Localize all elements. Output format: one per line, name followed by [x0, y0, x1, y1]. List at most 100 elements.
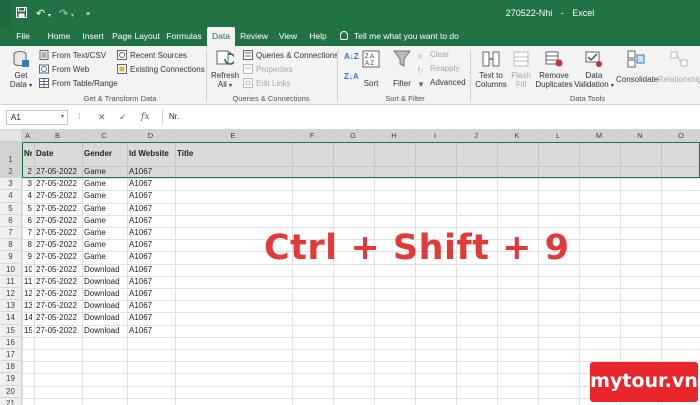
cell-nr[interactable]: 14	[24, 312, 32, 324]
cell-id-website[interactable]: A1067	[129, 203, 173, 215]
row-header-8[interactable]: 8	[0, 239, 22, 252]
cell-id-website[interactable]: A1067	[129, 276, 173, 288]
column-header-n[interactable]: N	[620, 130, 661, 142]
cell-id-website[interactable]: A1067	[129, 239, 173, 251]
cell-nr[interactable]: 13	[24, 300, 32, 312]
filter-button[interactable]: Filter	[389, 50, 415, 88]
name-box[interactable]: A1 ▾	[6, 110, 68, 125]
from-web-button[interactable]: From Web	[39, 64, 89, 75]
cell-id-website[interactable]: A1067	[129, 300, 173, 312]
column-header-a[interactable]: A	[22, 130, 34, 142]
sort-a-z-button[interactable]: A↓Z	[344, 52, 359, 62]
select-all-corner[interactable]	[0, 130, 22, 142]
cell-nr[interactable]: 7	[24, 227, 32, 239]
text-to-columns-button[interactable]: Text to Columns	[474, 50, 508, 89]
cell-gender[interactable]: Download	[84, 288, 125, 300]
recent-sources-button[interactable]: Recent Sources	[117, 50, 187, 61]
cell-id-website[interactable]: A1067	[129, 264, 173, 276]
remove-duplicates-button[interactable]: Remove Duplicates	[534, 50, 574, 89]
cell-nr[interactable]: 15	[24, 325, 32, 337]
cell-gender[interactable]: Download	[84, 264, 125, 276]
column-header-k[interactable]: K	[497, 130, 538, 142]
cell-date[interactable]: 27-05-2022	[36, 276, 80, 288]
advanced-button[interactable]: ▼ Advanced	[417, 78, 466, 90]
row-header-11[interactable]: 11	[0, 275, 22, 288]
cell-date[interactable]: 27-05-2022	[36, 190, 80, 202]
formula-input[interactable]: Nr.	[162, 110, 698, 125]
row-header-13[interactable]: 13	[0, 300, 22, 313]
cell-gender[interactable]: Game	[84, 251, 125, 263]
row-header-4[interactable]: 4	[0, 190, 22, 203]
cell-nr[interactable]: 9	[24, 251, 32, 263]
insert-function-icon[interactable]: fx	[141, 112, 149, 122]
row-header-14[interactable]: 14	[0, 312, 22, 325]
cell-gender[interactable]: Game	[84, 239, 125, 251]
row-header-3[interactable]: 3	[0, 178, 22, 191]
column-header-d[interactable]: D	[127, 130, 175, 142]
cell-id-website[interactable]: A1067	[129, 178, 173, 190]
tell-me-search[interactable]: Tell me what you want to do	[340, 27, 459, 46]
cell-date[interactable]: 27-05-2022	[36, 251, 80, 263]
row-header-5[interactable]: 5	[0, 202, 22, 215]
column-header-g[interactable]: G	[333, 130, 374, 142]
cell-gender[interactable]: Download	[84, 312, 125, 324]
row-header-20[interactable]: 20	[0, 385, 22, 398]
flash-fill-button[interactable]: Flash Fill	[510, 50, 532, 89]
properties-button[interactable]: Properties	[243, 64, 292, 75]
cell-id-website[interactable]: A1067	[129, 215, 173, 227]
cell-nr[interactable]: 6	[24, 215, 32, 227]
row-header-19[interactable]: 19	[0, 373, 22, 386]
cell-id-website[interactable]: A1067	[129, 251, 173, 263]
enter-icon[interactable]: ✓	[119, 112, 127, 123]
cell-gender[interactable]: Download	[84, 300, 125, 312]
refresh-all-button[interactable]: Refresh All ▾	[211, 50, 239, 91]
tab-view[interactable]: View	[275, 27, 301, 46]
queries-connections-button[interactable]: Queries & Connections	[243, 50, 338, 61]
cell-nr[interactable]: 4	[24, 190, 32, 202]
row-header-21[interactable]: 21	[0, 397, 22, 405]
consolidate-button[interactable]: Consolidate	[616, 50, 658, 84]
reapply-button[interactable]: ↻ Reapply	[417, 64, 459, 76]
cell-date[interactable]: 27-05-2022	[36, 239, 80, 251]
tab-data[interactable]: Data	[207, 27, 235, 46]
row-header-10[interactable]: 10	[0, 263, 22, 276]
tab-page-layout[interactable]: Page Layout	[112, 27, 160, 46]
cell-nr[interactable]: 12	[24, 288, 32, 300]
cell-id-website[interactable]: A1067	[129, 312, 173, 324]
tab-review[interactable]: Review	[238, 27, 270, 46]
cancel-icon[interactable]: ✕	[98, 112, 106, 123]
row-header-9[interactable]: 9	[0, 251, 22, 264]
cell-date[interactable]: 27-05-2022	[36, 312, 80, 324]
cell-date[interactable]: 27-05-2022	[36, 227, 80, 239]
cell-nr[interactable]: 8	[24, 239, 32, 251]
cell-date[interactable]: 27-05-2022	[36, 178, 80, 190]
data-validation-button[interactable]: Data Validation ▾	[574, 50, 614, 91]
cell-nr[interactable]: 5	[24, 203, 32, 215]
tab-file[interactable]: File	[12, 27, 34, 46]
cell-nr[interactable]: 11	[24, 276, 32, 288]
cell-date[interactable]: 27-05-2022	[36, 325, 80, 337]
column-header-i[interactable]: I	[415, 130, 456, 142]
column-header-c[interactable]: C	[82, 130, 127, 142]
tab-help[interactable]: Help	[305, 27, 331, 46]
row-header-7[interactable]: 7	[0, 227, 22, 240]
cell-gender[interactable]: Download	[84, 325, 125, 337]
get-data-button[interactable]: Get Data ▾	[8, 50, 34, 91]
column-header-o[interactable]: O	[661, 130, 700, 142]
column-header-h[interactable]: H	[374, 130, 415, 142]
relationships-button[interactable]: Relationships	[658, 50, 700, 84]
row-header-12[interactable]: 12	[0, 288, 22, 301]
name-box-dropdown-icon[interactable]: ▾	[61, 111, 64, 124]
cell-id-website[interactable]: A1067	[129, 288, 173, 300]
cell-date[interactable]: 27-05-2022	[36, 300, 80, 312]
cell-gender[interactable]: Game	[84, 190, 125, 202]
tab-insert[interactable]: Insert	[79, 27, 107, 46]
clear-button[interactable]: ✕ Clear	[417, 50, 449, 62]
cell-date[interactable]: 27-05-2022	[36, 288, 80, 300]
row-header-18[interactable]: 18	[0, 361, 22, 374]
column-header-e[interactable]: E	[175, 130, 292, 142]
tab-formulas[interactable]: Formulas	[164, 27, 204, 46]
cell-nr[interactable]: 10	[24, 264, 32, 276]
from-table-range-button[interactable]: From Table/Range	[39, 78, 118, 89]
cell-id-website[interactable]: A1067	[129, 190, 173, 202]
